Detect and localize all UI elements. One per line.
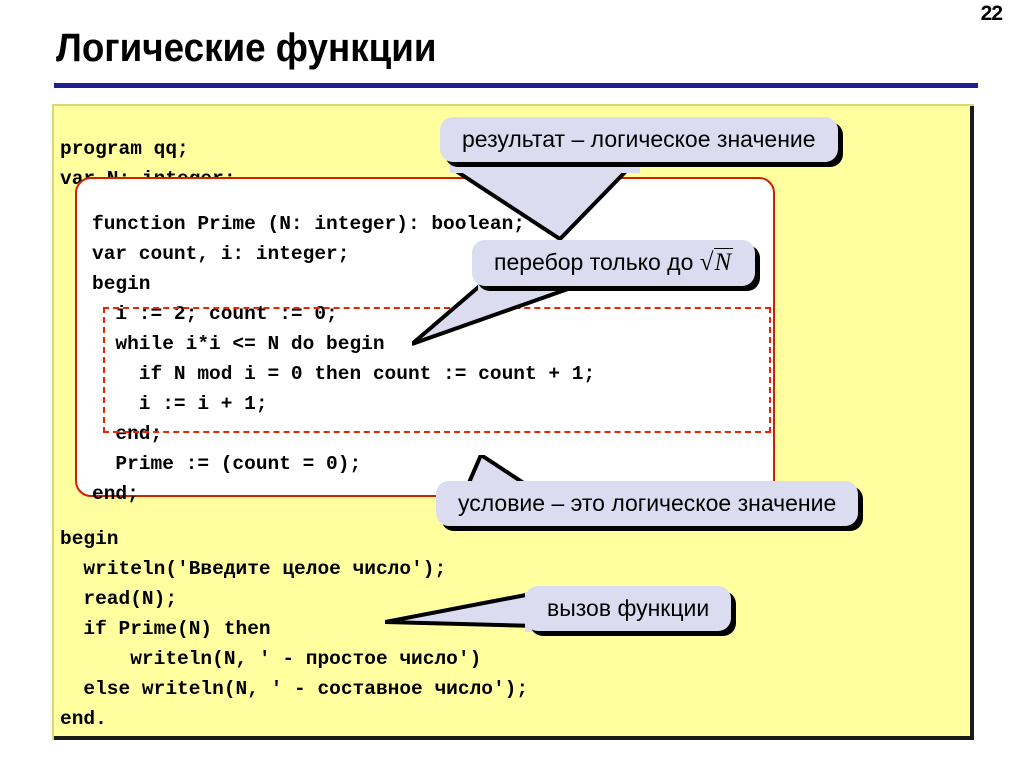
callout-result: результат – логическое значение (440, 117, 838, 242)
slide-number: 22 (980, 2, 1003, 25)
callout-loop-limit: перебор только до √N (412, 240, 756, 346)
callout-loop-limit-tail (412, 274, 588, 346)
callout-condition-body: условие – это логическое значение (436, 481, 859, 526)
code-panel-top-edge (52, 104, 974, 106)
callout-result-tail (450, 153, 640, 242)
callout-function-call-body: вызов функции (525, 586, 732, 631)
sqrt-icon: √N (699, 248, 734, 276)
title-divider (54, 83, 978, 88)
callout-loop-limit-body: перебор только до √N (472, 240, 756, 286)
callout-function-call: вызов функции (385, 586, 732, 632)
callout-loop-limit-text: перебор только до (494, 249, 700, 275)
callout-condition: условие – это логическое значение (436, 455, 859, 526)
page-title: Логические функции (56, 26, 437, 70)
code-panel-left-edge (52, 104, 54, 740)
callout-result-body: результат – логическое значение (440, 117, 838, 162)
